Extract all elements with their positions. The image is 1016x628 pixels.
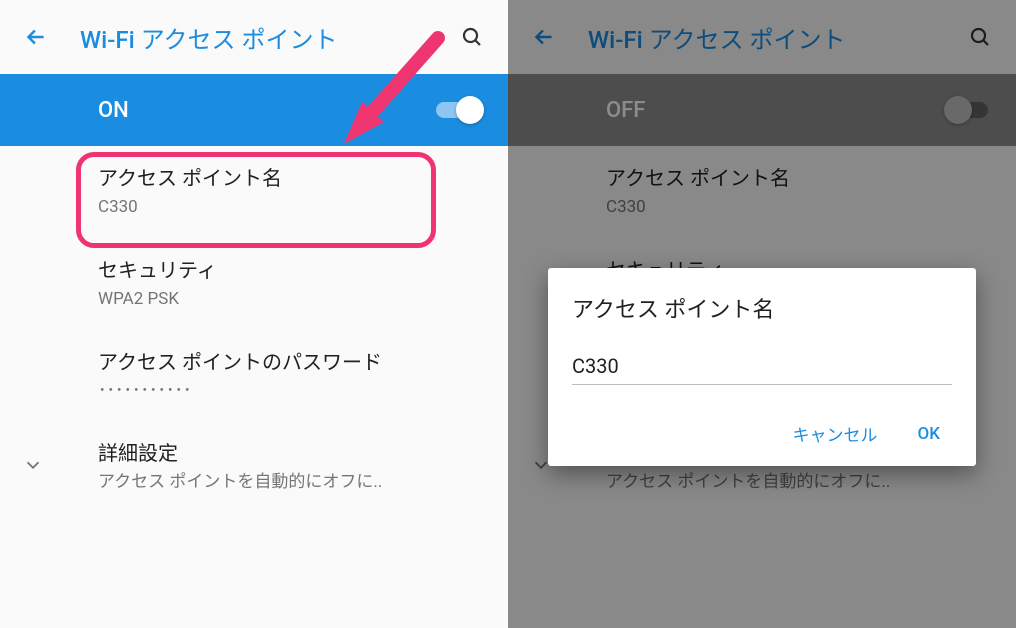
setting-security[interactable]: セキュリティ WPA2 PSK — [0, 238, 508, 330]
setting-value: WPA2 PSK — [98, 288, 484, 312]
back-arrow-icon[interactable] — [20, 21, 52, 53]
setting-value: ･･･････････ — [98, 380, 484, 404]
setting-access-point-name[interactable]: アクセス ポイント名 C330 — [0, 146, 508, 238]
setting-title: 詳細設定 — [98, 439, 484, 467]
dialog-title: アクセス ポイント名 — [572, 292, 952, 324]
setting-title: アクセス ポイントのパスワード — [98, 348, 484, 376]
setting-value: C330 — [98, 196, 484, 220]
search-icon[interactable] — [456, 21, 488, 53]
toggle-switch[interactable] — [436, 96, 484, 124]
cancel-button[interactable]: キャンセル — [789, 413, 882, 454]
access-point-name-input[interactable] — [572, 348, 952, 385]
toggle-label: ON — [98, 98, 436, 123]
header: Wi-Fi アクセス ポイント — [0, 0, 508, 74]
header-title: Wi-Fi アクセス ポイント — [80, 20, 456, 55]
screen-right: Wi-Fi アクセス ポイント OFF アクセス ポイント名 C330 セキュリ… — [508, 0, 1016, 628]
hotspot-toggle-row[interactable]: ON — [0, 74, 508, 146]
access-point-name-dialog: アクセス ポイント名 キャンセル OK — [548, 268, 976, 466]
chevron-down-icon — [22, 454, 44, 480]
setting-password[interactable]: アクセス ポイントのパスワード ･･･････････ — [0, 330, 508, 422]
dialog-actions: キャンセル OK — [572, 413, 952, 454]
setting-value: アクセス ポイントを自動的にオフに.. — [98, 471, 484, 495]
setting-title: セキュリティ — [98, 256, 484, 284]
setting-title: アクセス ポイント名 — [98, 164, 484, 192]
screen-left: Wi-Fi アクセス ポイント ON アクセス ポイント名 C330 セキュリテ… — [0, 0, 508, 628]
ok-button[interactable]: OK — [914, 413, 944, 454]
setting-advanced[interactable]: 詳細設定 アクセス ポイントを自動的にオフに.. — [0, 421, 508, 513]
